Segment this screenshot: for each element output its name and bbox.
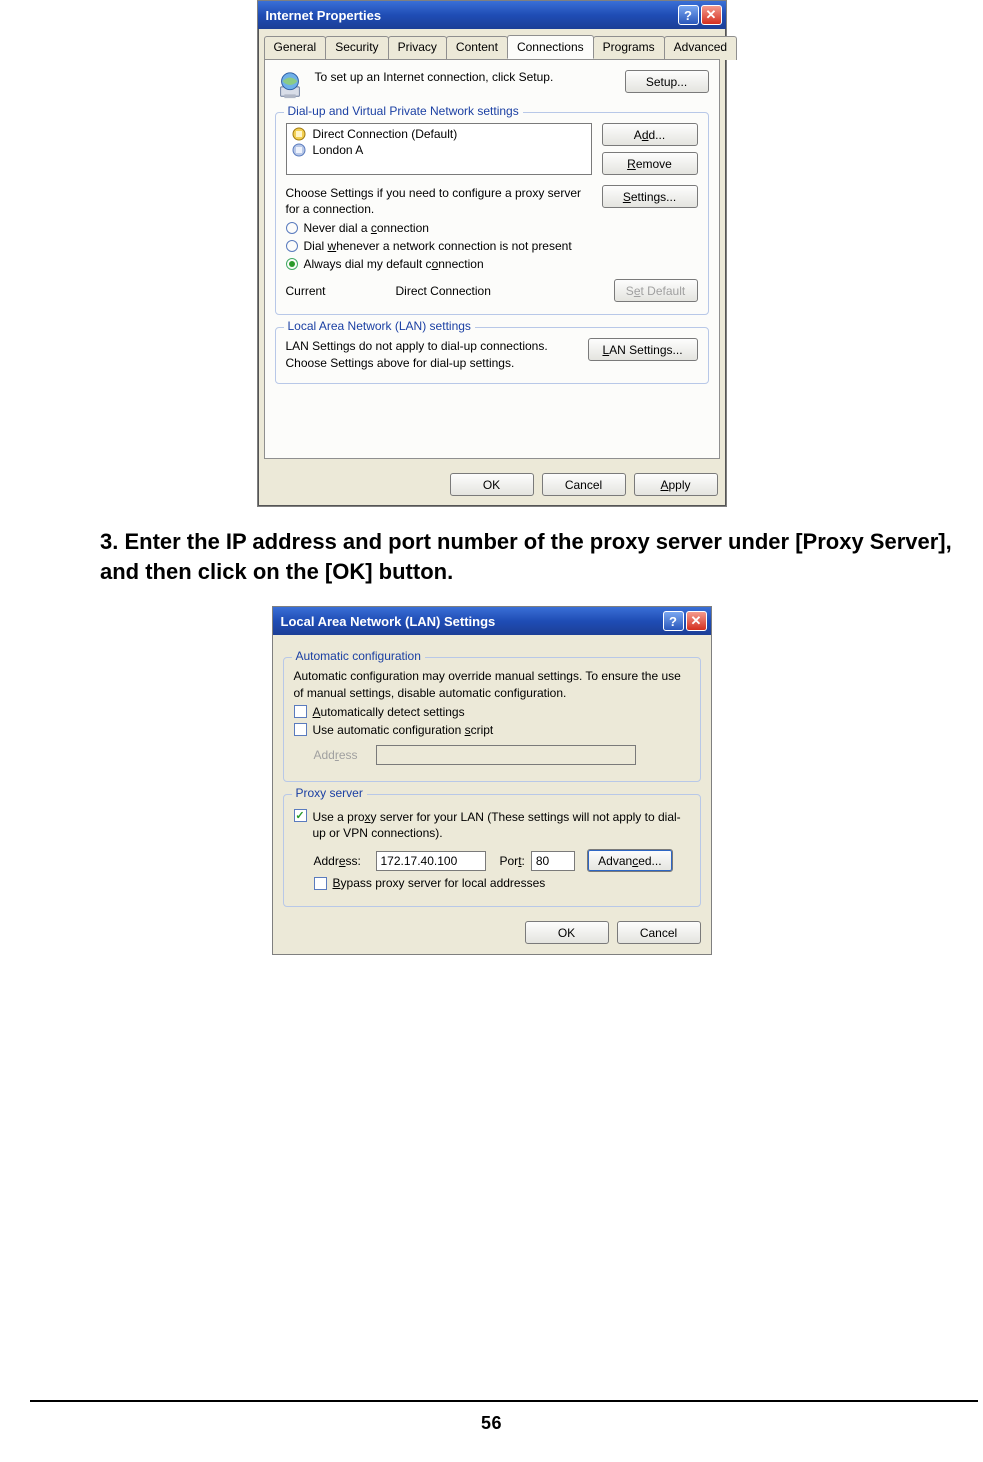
titlebar: Local Area Network (LAN) Settings ? ✕ [273,607,711,635]
proxy-address-input[interactable] [376,851,486,871]
internet-properties-dialog: Internet Properties ? ✕ General Security… [257,0,727,507]
lan-help-text: LAN Settings do not apply to dial-up con… [286,338,578,370]
advanced-button[interactable]: Advanced... [587,849,673,872]
setup-button[interactable]: Setup... [625,70,709,93]
connection-icon [291,142,307,158]
proxy-port-label: Port: [500,854,525,868]
settings-button-label: Settings... [623,190,676,204]
tab-privacy[interactable]: Privacy [388,36,447,60]
lan-group: Local Area Network (LAN) settings LAN Se… [275,327,709,383]
proxy-port-input[interactable] [531,851,575,871]
current-label: Current [286,284,376,298]
checkbox-icon [314,877,327,890]
settings-help-text: Choose Settings if you need to configure… [286,185,592,217]
checkbox-auto-detect[interactable]: Automatically detect settings [294,705,690,719]
close-button[interactable]: ✕ [686,611,707,631]
radio-label: Never dial a connection [304,221,429,235]
globe-icon [275,70,305,100]
footer-separator [30,1400,978,1402]
connection-icon [291,126,307,142]
tab-connections[interactable]: Connections [507,35,594,59]
tab-programs[interactable]: Programs [593,36,665,60]
address-label-disabled: Address [314,748,370,762]
radio-never-dial[interactable]: Never dial a connection [286,221,698,235]
add-button[interactable]: Add... [602,123,698,146]
checkbox-label: Use a proxy server for your LAN (These s… [313,809,690,841]
apply-button[interactable]: Apply [634,473,718,496]
dialog-title: Local Area Network (LAN) Settings [281,614,661,629]
ok-button[interactable]: OK [525,921,609,944]
tab-strip: General Security Privacy Content Connect… [258,29,726,59]
lan-settings-dialog: Local Area Network (LAN) Settings ? ✕ Au… [272,606,712,955]
checkbox-use-proxy[interactable]: ✓ Use a proxy server for your LAN (These… [294,809,690,841]
remove-button-label: Remove [627,157,672,171]
instruction-step-3: 3. Enter the IP address and port number … [100,527,960,586]
apply-label: Apply [660,478,690,492]
checkbox-label: Bypass proxy server for local addresses [333,876,546,890]
lan-settings-button[interactable]: LAN Settings... [588,338,698,361]
list-item[interactable]: Direct Connection (Default) [289,126,589,142]
lan-group-title: Local Area Network (LAN) settings [284,319,475,333]
dialog-title: Internet Properties [266,8,676,23]
set-default-label: Set Default [626,284,685,298]
titlebar: Internet Properties ? ✕ [258,1,726,29]
radio-label: Dial whenever a network connection is no… [304,239,572,253]
setup-button-label: Setup... [646,75,687,89]
list-item-label: London A [313,143,364,157]
tab-security[interactable]: Security [325,36,388,60]
intro-text: To set up an Internet connection, click … [315,70,615,86]
dialog-buttons: OK Cancel [283,915,701,948]
checkbox-label: Use automatic configuration script [313,723,494,737]
tab-advanced[interactable]: Advanced [664,36,737,60]
advanced-label: Advanced... [598,854,661,868]
dialog-buttons: OK Cancel Apply [258,465,726,506]
current-value: Direct Connection [396,284,594,298]
auto-config-address-input [376,745,636,765]
remove-button[interactable]: Remove [602,152,698,175]
set-default-button[interactable]: Set Default [614,279,698,302]
ok-button[interactable]: OK [450,473,534,496]
radio-icon [286,240,298,252]
radio-label: Always dial my default connection [304,257,484,271]
list-item[interactable]: London A [289,142,589,158]
cancel-button[interactable]: Cancel [617,921,701,944]
lan-dialog-body: Automatic configuration Automatic config… [273,635,711,954]
help-button[interactable]: ? [678,5,699,25]
auto-config-title: Automatic configuration [292,649,425,663]
settings-button[interactable]: Settings... [602,185,698,208]
cancel-button[interactable]: Cancel [542,473,626,496]
page-number: 56 [0,1413,983,1434]
radio-dial-whenever[interactable]: Dial whenever a network connection is no… [286,239,698,253]
radio-icon [286,258,298,270]
connections-panel: To set up an Internet connection, click … [264,59,720,459]
checkbox-auto-script[interactable]: Use automatic configuration script [294,723,690,737]
proxy-server-group: Proxy server ✓ Use a proxy server for yo… [283,794,701,907]
proxy-address-label: Address: [314,854,370,868]
checkbox-icon: ✓ [294,809,307,822]
help-button[interactable]: ? [663,611,684,631]
checkbox-icon [294,723,307,736]
checkbox-label: Automatically detect settings [313,705,465,719]
radio-always-dial[interactable]: Always dial my default connection [286,257,698,271]
list-item-label: Direct Connection (Default) [313,127,458,141]
connections-listbox[interactable]: Direct Connection (Default) London A [286,123,592,175]
checkbox-icon [294,705,307,718]
tab-content[interactable]: Content [446,36,508,60]
dialup-group: Dial-up and Virtual Private Network sett… [275,112,709,315]
tab-general[interactable]: General [264,36,327,60]
dialup-group-title: Dial-up and Virtual Private Network sett… [284,104,523,118]
add-button-label: Add... [634,128,665,142]
auto-config-group: Automatic configuration Automatic config… [283,657,701,781]
lan-settings-label: LAN Settings... [602,343,682,357]
close-button[interactable]: ✕ [701,5,722,25]
auto-config-help: Automatic configuration may override man… [294,668,690,700]
radio-icon [286,222,298,234]
checkbox-bypass-local[interactable]: Bypass proxy server for local addresses [314,876,690,890]
proxy-server-title: Proxy server [292,786,367,800]
